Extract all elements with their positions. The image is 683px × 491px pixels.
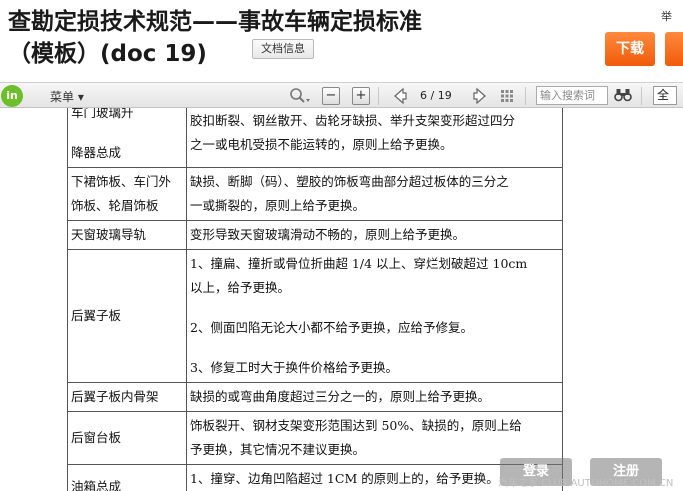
- download-button[interactable]: 下载: [605, 32, 655, 66]
- zoom-out-button[interactable]: −: [322, 86, 340, 105]
- minus-icon: −: [322, 86, 340, 105]
- table-row: 后翼子板 1、撞扁、撞折或骨位折曲超 1/4 以上、穿烂划破超过 10cm 以上，给…: [67, 249, 563, 383]
- remedy-line: 饰板裂开、钢材支架变形范围达到 50%、缺损的，原则上给: [190, 418, 522, 433]
- doc-header: 查勘定损技术规范——事故车辆定损标准 （模板）(doc 19) 文档信息 举 下…: [0, 0, 683, 80]
- fullscreen-button[interactable]: 全: [653, 86, 677, 105]
- remedy-cell: 饰板裂开、钢材支架变形范围达到 50%、缺损的，原则上给 予更换，其它情况不建议更…: [186, 411, 563, 465]
- remedy-line: 1、撞扁、撞折或骨位折曲超 1/4 以上、穿烂划破超过 10cm: [190, 256, 528, 271]
- remedy-line: [190, 300, 559, 316]
- report-link[interactable]: 举: [661, 8, 672, 24]
- remedy-line: 变形导致天窗玻璃滑动不畅的，原则上给予更换。: [190, 227, 466, 242]
- current-page[interactable]: 6: [420, 89, 427, 102]
- part-name-line: 天窗玻璃导轨: [71, 227, 147, 242]
- toolbar-divider: [525, 87, 526, 105]
- part-name-cell: 后翼子板内骨架: [67, 382, 187, 412]
- secondary-action-button[interactable]: [665, 32, 683, 66]
- toolbar-divider: [378, 87, 379, 105]
- part-name-line: 后翼子板内骨架: [71, 389, 159, 404]
- zoom-in-button[interactable]: +: [352, 86, 370, 105]
- part-name-cell: 后窗台板: [67, 411, 187, 465]
- part-name-cell: 油箱总成: [67, 464, 187, 491]
- remedy-line: [190, 340, 559, 356]
- total-pages: 19: [437, 89, 452, 102]
- part-name-line: 饰板、轮眉饰板: [71, 198, 159, 213]
- part-name-line: 后窗台板: [71, 430, 122, 445]
- part-name-cell: 天窗玻璃导轨: [67, 220, 187, 250]
- binoculars-search-icon[interactable]: [614, 87, 632, 107]
- table-row: 油箱总成 1、撞穿、边角凹陷超过 1CM 的原则上的，给予更换。: [67, 464, 563, 491]
- doc-info-button[interactable]: 文档信息: [252, 39, 314, 59]
- remedy-line: 一或撕裂的，原则上给予更换。: [190, 198, 366, 213]
- part-name-line: 下裙饰板、车门外: [71, 174, 172, 189]
- viewer-logo: in: [1, 85, 23, 107]
- table-row: 下裙饰板、车门外 饰板、轮眉饰板 缺损、断脚（码）、塑胶的饰板弯曲部分超过板体的三分…: [67, 167, 563, 221]
- table-row: 后窗台板 饰板裂开、钢材支架变形范围达到 50%、缺损的，原则上给 予更换，其它情况…: [67, 411, 563, 465]
- doc-subtitle: （模板）(doc 19): [8, 41, 207, 67]
- page-indicator: 6 / 19: [420, 89, 452, 102]
- part-name-cell: 下裙饰板、车门外 饰板、轮眉饰板: [67, 167, 187, 221]
- search-input[interactable]: 输入搜索词: [536, 86, 608, 105]
- remedy-line: 以上，给予更换。: [190, 280, 291, 295]
- next-page-icon[interactable]: [470, 86, 490, 105]
- part-name-line: [71, 125, 183, 141]
- remedy-line: 缺损、断脚（码）、塑胶的饰板弯曲部分超过板体的三分之: [190, 174, 509, 189]
- table-row: 后翼子板内骨架 缺损的或弯曲角度超过三分之一的，原则上给予更换。: [67, 382, 563, 412]
- part-name-line: 降器总成: [71, 145, 122, 160]
- part-name-cell: 车门玻璃升 降器总成: [67, 108, 187, 168]
- zoom-magnifier-icon[interactable]: [288, 86, 312, 105]
- table-row: 天窗玻璃导轨 变形导致天窗玻璃滑动不畅的，原则上给予更换。: [67, 220, 563, 250]
- part-name-line: 油箱总成: [71, 479, 122, 491]
- menu-label: 菜单: [50, 90, 75, 104]
- remedy-line: 之一或电机受损不能运转的，原则上给予更换。: [190, 137, 453, 152]
- remedy-line: 缺损的或弯曲角度超过三分之一的，原则上给予更换。: [190, 389, 491, 404]
- document-viewport[interactable]: 车门玻璃升 降器总成 胶扣断裂、钢丝散开、齿轮牙缺损、举升支架变形超过四分 之一或电机…: [0, 108, 683, 491]
- prev-page-icon[interactable]: [390, 86, 410, 105]
- remedy-line: 3、修复工时大于换件价格给予更换。: [190, 360, 398, 375]
- chevron-down-icon: ▾: [77, 90, 84, 104]
- remedy-line: 胶扣断裂、钢丝散开、齿轮牙缺损、举升支架变形超过四分: [190, 113, 516, 128]
- table-row: 车门玻璃升 降器总成 胶扣断裂、钢丝散开、齿轮牙缺损、举升支架变形超过四分 之一或电机…: [67, 108, 563, 168]
- remedy-line: 2、侧面凹陷无论大小都不给予更换，应给予修复。: [190, 320, 473, 335]
- remedy-cell: 1、撞扁、撞折或骨位折曲超 1/4 以上、穿烂划破超过 10cm 以上，给予更换。…: [186, 249, 563, 383]
- remedy-cell: 胶扣断裂、钢丝散开、齿轮牙缺损、举升支架变形超过四分 之一或电机受损不能运转的，原…: [186, 108, 563, 168]
- part-name-line: 后翼子板: [71, 308, 122, 323]
- site-watermark: 汽车之家 CLUB.AUTOHOME.COM.CN: [498, 478, 674, 489]
- grid-view-icon[interactable]: [499, 86, 515, 105]
- part-name-line: 车门玻璃升: [71, 108, 134, 120]
- remedy-cell: 缺损、断脚（码）、塑胶的饰板弯曲部分超过板体的三分之 一或撕裂的，原则上给予更换。: [186, 167, 563, 221]
- page-separator: /: [430, 89, 435, 102]
- part-name-cell: 后翼子板: [67, 249, 187, 383]
- viewer-toolbar: in 菜单 ▾ − + 6 / 19 输入搜索词 全: [0, 82, 683, 108]
- doc-title: 查勘定损技术规范——事故车辆定损标准: [8, 9, 422, 35]
- remedy-cell: 变形导致天窗玻璃滑动不畅的，原则上给予更换。: [186, 220, 563, 250]
- plus-icon: +: [352, 86, 370, 105]
- toolbar-divider: [641, 87, 642, 105]
- menu-dropdown[interactable]: 菜单 ▾: [50, 88, 84, 105]
- damage-standard-table: 车门玻璃升 降器总成 胶扣断裂、钢丝散开、齿轮牙缺损、举升支架变形超过四分 之一或电机…: [67, 108, 563, 491]
- remedy-cell: 缺损的或弯曲角度超过三分之一的，原则上给予更换。: [186, 382, 563, 412]
